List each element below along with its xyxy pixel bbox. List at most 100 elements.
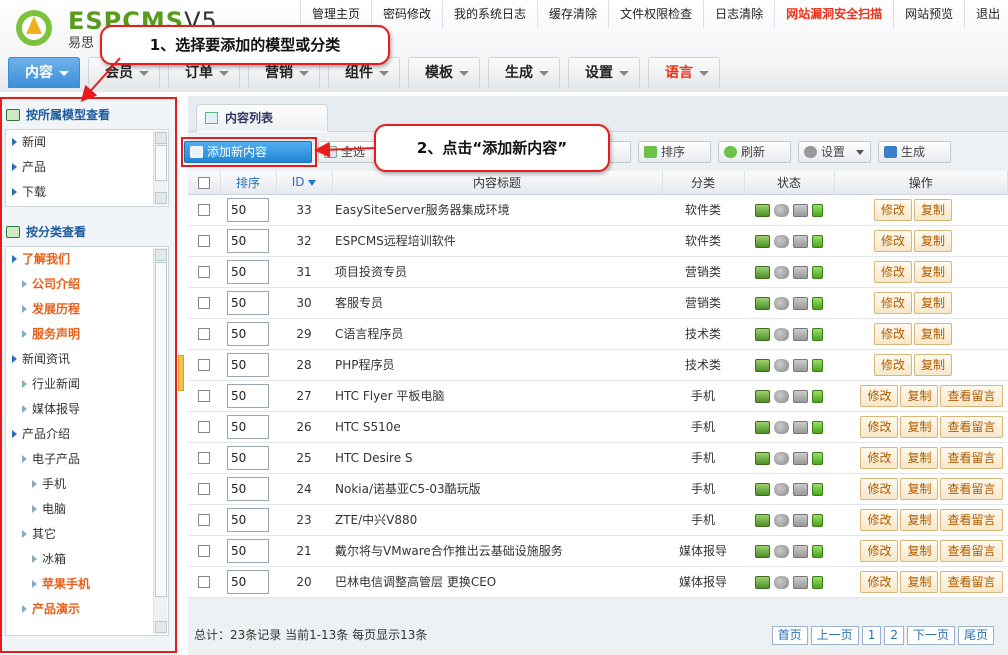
top-nav-link[interactable]: 网站漏洞安全扫描	[774, 0, 893, 28]
title-cell[interactable]: Nokia/诺基亚C5-03酷玩版	[332, 473, 662, 505]
edit-button[interactable]: 修改	[860, 384, 899, 407]
lock-icon[interactable]	[812, 451, 823, 465]
lock-icon[interactable]	[812, 389, 823, 403]
image-icon[interactable]	[755, 389, 770, 403]
image-icon[interactable]	[755, 265, 770, 279]
title-cell[interactable]: EasySiteServer服务器集成环境	[332, 194, 662, 226]
lock-icon[interactable]	[812, 513, 823, 527]
header-sort[interactable]: 排序	[220, 171, 277, 195]
top-nav-link[interactable]: 密码修改	[371, 0, 442, 28]
image-icon[interactable]	[755, 420, 770, 434]
image-icon[interactable]	[755, 327, 770, 341]
view-comments-button[interactable]: 查看留言	[940, 415, 1003, 438]
view-comments-button[interactable]: 查看留言	[940, 570, 1003, 593]
title-cell[interactable]: HTC S510e	[332, 411, 662, 443]
main-nav-tab[interactable]: 设置	[568, 57, 640, 88]
pager-link[interactable]: 首页	[771, 626, 808, 645]
pager-link[interactable]: 2	[884, 626, 904, 645]
edit-button[interactable]: 修改	[874, 198, 913, 221]
top-nav-link[interactable]: 我的系统日志	[442, 0, 537, 28]
link-icon[interactable]	[774, 513, 789, 527]
select-all-checkbox[interactable]	[197, 176, 210, 189]
link-icon[interactable]	[774, 358, 789, 372]
title-cell[interactable]: HTC Flyer 平板电脑	[332, 380, 662, 412]
cart-icon[interactable]	[793, 482, 808, 496]
link-icon[interactable]	[774, 451, 789, 465]
link-icon[interactable]	[774, 544, 789, 558]
image-icon[interactable]	[755, 358, 770, 372]
lock-icon[interactable]	[812, 575, 823, 589]
sort-order-input[interactable]	[227, 321, 269, 346]
view-comments-button[interactable]: 查看留言	[940, 477, 1003, 500]
pager-link[interactable]: 尾页	[957, 626, 994, 645]
view-comments-button[interactable]: 查看留言	[940, 446, 1003, 469]
cart-icon[interactable]	[793, 544, 808, 558]
sort-order-input[interactable]	[227, 476, 269, 501]
lock-icon[interactable]	[812, 296, 823, 310]
edit-button[interactable]: 修改	[860, 477, 899, 500]
row-checkbox[interactable]	[198, 452, 210, 464]
image-icon[interactable]	[755, 544, 770, 558]
cart-icon[interactable]	[793, 575, 808, 589]
top-nav-link[interactable]: 缓存清除	[537, 0, 608, 28]
copy-button[interactable]: 复制	[900, 384, 939, 407]
view-comments-button[interactable]: 查看留言	[940, 384, 1003, 407]
link-icon[interactable]	[774, 389, 789, 403]
cart-icon[interactable]	[793, 451, 808, 465]
view-comments-button[interactable]: 查看留言	[940, 539, 1003, 562]
row-checkbox[interactable]	[198, 514, 210, 526]
sort-button[interactable]: 排序	[638, 141, 711, 163]
edit-button[interactable]: 修改	[874, 260, 913, 283]
copy-button[interactable]: 复制	[900, 477, 939, 500]
lock-icon[interactable]	[812, 482, 823, 496]
title-cell[interactable]: 客服专员	[332, 287, 662, 319]
copy-button[interactable]: 复制	[914, 260, 953, 283]
edit-button[interactable]: 修改	[860, 415, 899, 438]
row-checkbox[interactable]	[198, 545, 210, 557]
image-icon[interactable]	[755, 575, 770, 589]
sort-order-input[interactable]	[227, 445, 269, 470]
sort-order-input[interactable]	[227, 352, 269, 377]
copy-button[interactable]: 复制	[900, 446, 939, 469]
generate-button[interactable]: 生成	[878, 141, 951, 163]
row-checkbox[interactable]	[198, 359, 210, 371]
sort-order-input[interactable]	[227, 383, 269, 408]
edit-button[interactable]: 修改	[874, 291, 913, 314]
title-cell[interactable]: ZTE/中兴V880	[332, 504, 662, 536]
sort-order-input[interactable]	[227, 259, 269, 284]
main-nav-tab[interactable]: 模板	[408, 57, 480, 88]
pager-link[interactable]: 下一页	[906, 626, 955, 645]
lock-icon[interactable]	[812, 203, 823, 217]
main-nav-tab[interactable]: 语言	[648, 57, 720, 88]
title-cell[interactable]: C语言程序员	[332, 318, 662, 350]
title-cell[interactable]: 项目投资专员	[332, 256, 662, 288]
row-checkbox[interactable]	[198, 204, 210, 216]
edit-button[interactable]: 修改	[874, 322, 913, 345]
title-cell[interactable]: 巴林电信调整高管层 更换CEO	[332, 566, 662, 598]
edit-button[interactable]: 修改	[874, 353, 913, 376]
lock-icon[interactable]	[812, 544, 823, 558]
top-nav-link[interactable]: 网站预览	[893, 0, 964, 28]
row-checkbox[interactable]	[198, 266, 210, 278]
copy-button[interactable]: 复制	[900, 570, 939, 593]
refresh-button[interactable]: 刷新	[718, 141, 791, 163]
cart-icon[interactable]	[793, 296, 808, 310]
top-nav-link[interactable]: 退出	[964, 0, 1008, 28]
lock-icon[interactable]	[812, 234, 823, 248]
top-nav-link[interactable]: 日志清除	[703, 0, 774, 28]
row-checkbox[interactable]	[198, 390, 210, 402]
copy-button[interactable]: 复制	[900, 508, 939, 531]
top-nav-link[interactable]: 管理主页	[300, 0, 371, 28]
row-checkbox[interactable]	[198, 421, 210, 433]
row-checkbox[interactable]	[198, 483, 210, 495]
cart-icon[interactable]	[793, 420, 808, 434]
cart-icon[interactable]	[793, 327, 808, 341]
title-cell[interactable]: HTC Desire S	[332, 442, 662, 474]
copy-button[interactable]: 复制	[900, 539, 939, 562]
pager-link[interactable]: 1	[861, 626, 882, 645]
sort-order-input[interactable]	[227, 414, 269, 439]
header-id[interactable]: ID	[276, 171, 333, 195]
copy-button[interactable]: 复制	[914, 322, 953, 345]
copy-button[interactable]: 复制	[914, 353, 953, 376]
lock-icon[interactable]	[812, 327, 823, 341]
